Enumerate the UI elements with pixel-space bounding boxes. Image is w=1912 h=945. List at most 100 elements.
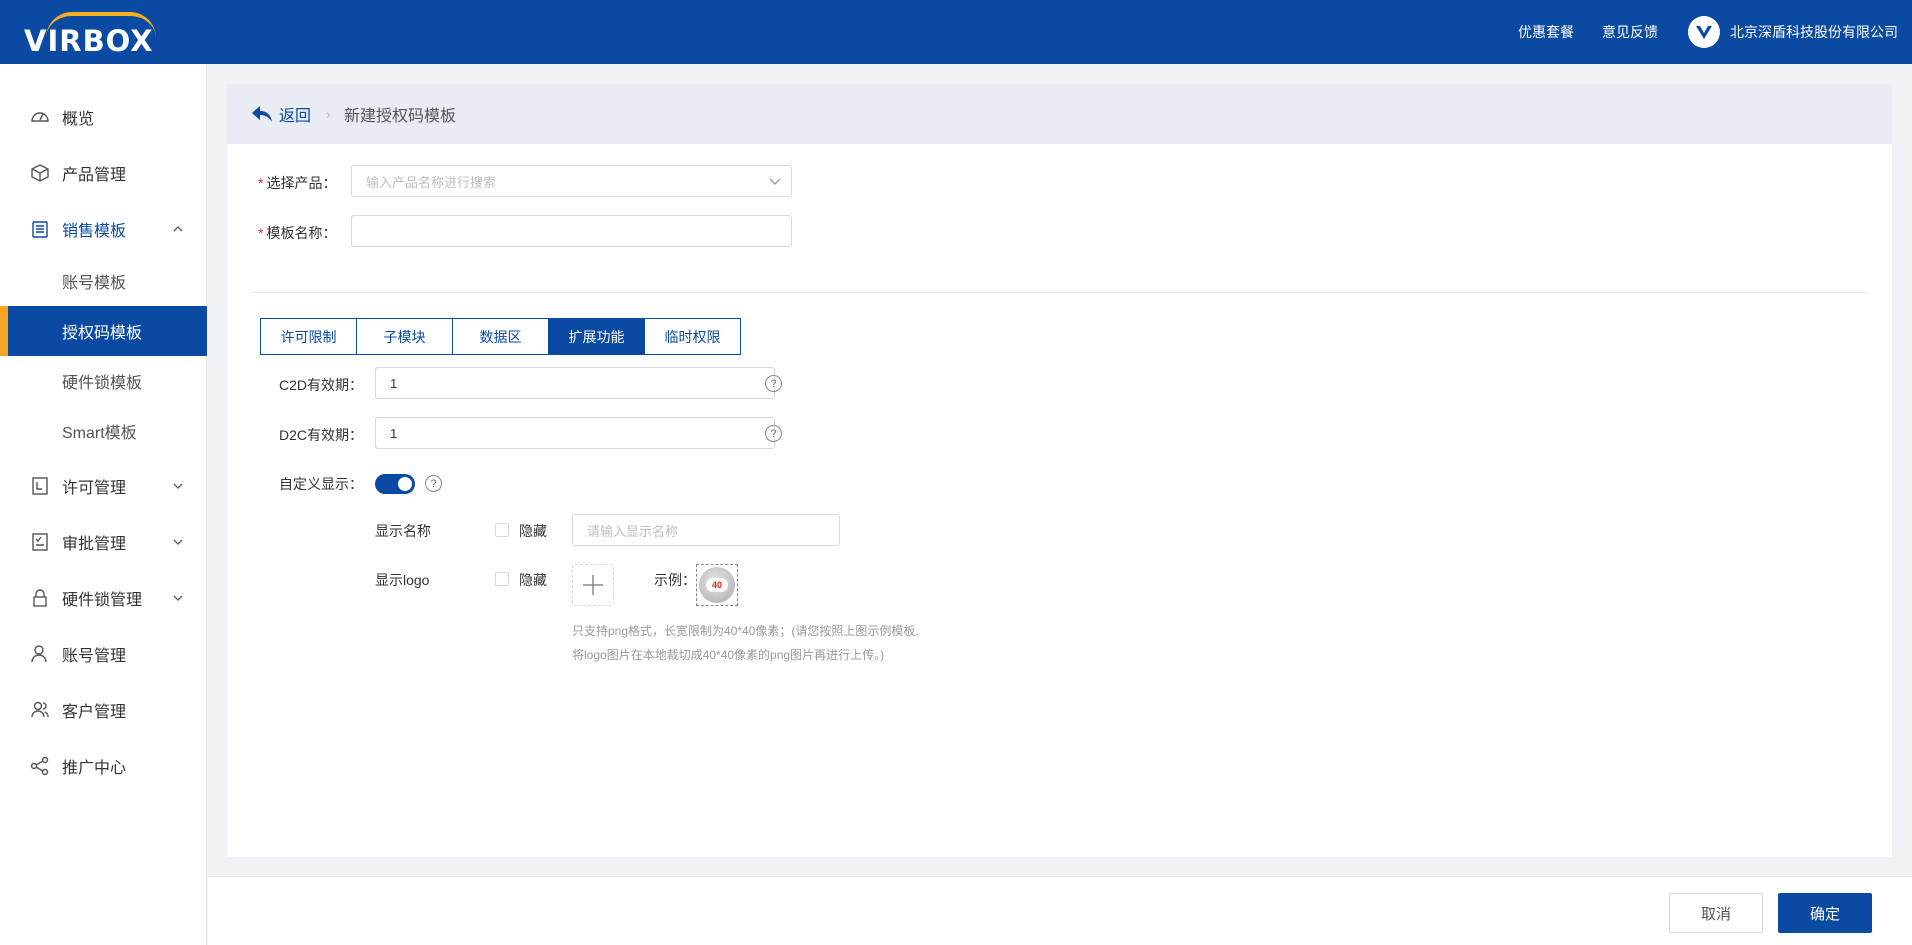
tab-temporary-permission[interactable]: 临时权限: [644, 318, 741, 355]
product-label-wrap: * 选择产品：: [258, 173, 336, 193]
c2d-help-icon[interactable]: ?: [765, 375, 782, 392]
share-icon: [29, 755, 51, 777]
c2d-value: 1: [390, 375, 398, 391]
hide-logo-checkbox[interactable]: [495, 572, 509, 586]
users-icon: [29, 699, 51, 721]
user-icon: [29, 643, 51, 665]
custom-display-label: 自定义显示：: [279, 476, 363, 492]
d2c-label: D2C有效期：: [279, 427, 364, 443]
sidebar-item-label: 审批管理: [62, 536, 127, 553]
tab-extension[interactable]: 扩展功能: [548, 318, 645, 355]
sidebar-item-label: 账号管理: [62, 648, 127, 665]
template-label: 模板名称：: [266, 225, 337, 241]
breadcrumb: 返回 › 新建授权码模板: [227, 84, 1892, 144]
logo-hint-line2: 将logo图片在本地裁切成40*40像素的png图片再进行上传。): [572, 648, 885, 662]
breadcrumb-current: 新建授权码模板: [344, 108, 457, 125]
sidebar-item-license-management[interactable]: 许可管理: [0, 461, 207, 511]
template-label-wrap: * 模板名称：: [258, 223, 336, 243]
confirm-button[interactable]: 确定: [1778, 893, 1872, 933]
d2c-value: 1: [390, 425, 398, 441]
license-icon: [29, 475, 51, 497]
chevron-up-icon: [173, 226, 183, 232]
lock-icon: [29, 587, 51, 609]
company-name: 北京深盾科技股份有限公司: [1730, 24, 1898, 40]
sidebar-item-hardware-lock-management[interactable]: 硬件锁管理: [0, 573, 207, 623]
breadcrumb-separator: ›: [326, 106, 331, 122]
sidebar-item-account-management[interactable]: 账号管理: [0, 629, 207, 679]
plus-icon: [583, 575, 603, 595]
back-button[interactable]: 返回: [251, 102, 311, 126]
company-logo-icon: [1688, 16, 1720, 48]
sidebar-item-customer-management[interactable]: 客户管理: [0, 685, 207, 735]
sidebar-sub-license-code-template[interactable]: 授权码模板: [0, 306, 207, 356]
chevron-down-icon: [769, 178, 781, 185]
chevron-down-icon: [173, 595, 183, 601]
back-arrow-icon: [252, 106, 272, 122]
top-header: VIRBOX 优惠套餐 意见反馈 北京深盾科技股份有限公司: [0, 0, 1912, 64]
tab-bar: 许可限制 子模块 数据区 扩展功能 临时权限: [260, 318, 741, 355]
sidebar-item-label: 客户管理: [62, 704, 127, 721]
sidebar-item-sales-templates[interactable]: 销售模板: [0, 204, 207, 254]
example-badge: 40: [706, 578, 728, 592]
sidebar-sub-label: 账号模板: [62, 275, 127, 292]
sidebar-item-approval-management[interactable]: 审批管理: [0, 517, 207, 567]
sidebar-item-label: 产品管理: [62, 167, 127, 184]
sidebar-sub-smart-template[interactable]: Smart模板: [0, 406, 207, 456]
toggle-knob: [398, 477, 412, 491]
clipboard-icon: [29, 218, 51, 240]
sidebar-item-label: 许可管理: [62, 480, 127, 497]
display-logo-label: 显示logo: [375, 572, 430, 588]
hide-name-label: 隐藏: [519, 523, 547, 539]
sidebar-item-label: 销售模板: [62, 223, 127, 240]
sidebar-item-label: 推广中心: [62, 760, 127, 777]
custom-display-help-icon[interactable]: ?: [425, 475, 442, 492]
sidebar-item-label: 概览: [62, 111, 95, 128]
sidebar: 概览 产品管理 销售模板 账号模板 授权码模板 硬件锁模板 Smart模板 许可…: [0, 64, 207, 945]
logo-hint-line1: 只支持png格式，长宽限制为40*40像素；(请您按照上图示例模板,: [572, 624, 919, 638]
tab-license-limit[interactable]: 许可限制: [260, 318, 357, 355]
product-placeholder: 输入产品名称进行搜索: [366, 174, 497, 190]
custom-display-toggle[interactable]: [375, 474, 415, 494]
sidebar-sub-account-template[interactable]: 账号模板: [0, 256, 207, 306]
checklist-icon: [29, 531, 51, 553]
required-mark: *: [258, 175, 264, 191]
chevron-down-icon: [173, 539, 183, 545]
header-right: 优惠套餐 意见反馈 北京深盾科技股份有限公司: [1490, 0, 1898, 64]
chevron-down-icon: [173, 483, 183, 489]
tab-data-area[interactable]: 数据区: [452, 318, 549, 355]
company-account[interactable]: 北京深盾科技股份有限公司: [1688, 16, 1898, 48]
form-divider: [251, 292, 1868, 293]
product-select[interactable]: 输入产品名称进行搜索: [351, 165, 792, 197]
discount-package-link[interactable]: 优惠套餐: [1518, 22, 1574, 42]
logo-text: VIRBOX: [24, 24, 154, 58]
display-name-label: 显示名称: [375, 523, 431, 539]
template-name-input[interactable]: [351, 215, 792, 247]
hide-name-checkbox[interactable]: [495, 523, 509, 537]
c2d-input[interactable]: 1: [375, 367, 775, 399]
sidebar-item-label: 硬件锁管理: [62, 592, 143, 609]
cancel-button[interactable]: 取消: [1669, 893, 1763, 933]
feedback-link[interactable]: 意见反馈: [1602, 22, 1658, 42]
display-name-input[interactable]: 请输入显示名称: [572, 514, 840, 546]
footer-bar: 取消 确定: [208, 876, 1912, 945]
sidebar-item-products[interactable]: 产品管理: [0, 148, 207, 198]
dashboard-icon: [29, 106, 51, 128]
d2c-help-icon[interactable]: ?: [765, 425, 782, 442]
tab-submodule[interactable]: 子模块: [356, 318, 453, 355]
d2c-input[interactable]: 1: [375, 417, 775, 449]
sidebar-item-promotion-center[interactable]: 推广中心: [0, 741, 207, 791]
c2d-label: C2D有效期：: [279, 377, 364, 393]
virbox-logo[interactable]: VIRBOX: [24, 8, 184, 58]
product-label: 选择产品：: [266, 175, 337, 191]
example-logo-image: 40: [696, 564, 738, 606]
sidebar-sub-hardware-lock-template[interactable]: 硬件锁模板: [0, 356, 207, 406]
logo-upload-button[interactable]: [572, 564, 614, 606]
example-circle: 40: [699, 567, 735, 603]
sidebar-item-overview[interactable]: 概览: [0, 92, 207, 142]
box-icon: [29, 162, 51, 184]
sidebar-sub-label: Smart模板: [62, 425, 137, 442]
example-label: 示例：: [654, 572, 696, 588]
back-label: 返回: [279, 108, 312, 125]
display-name-placeholder: 请输入显示名称: [587, 523, 679, 539]
sidebar-sub-label: 硬件锁模板: [62, 375, 143, 392]
